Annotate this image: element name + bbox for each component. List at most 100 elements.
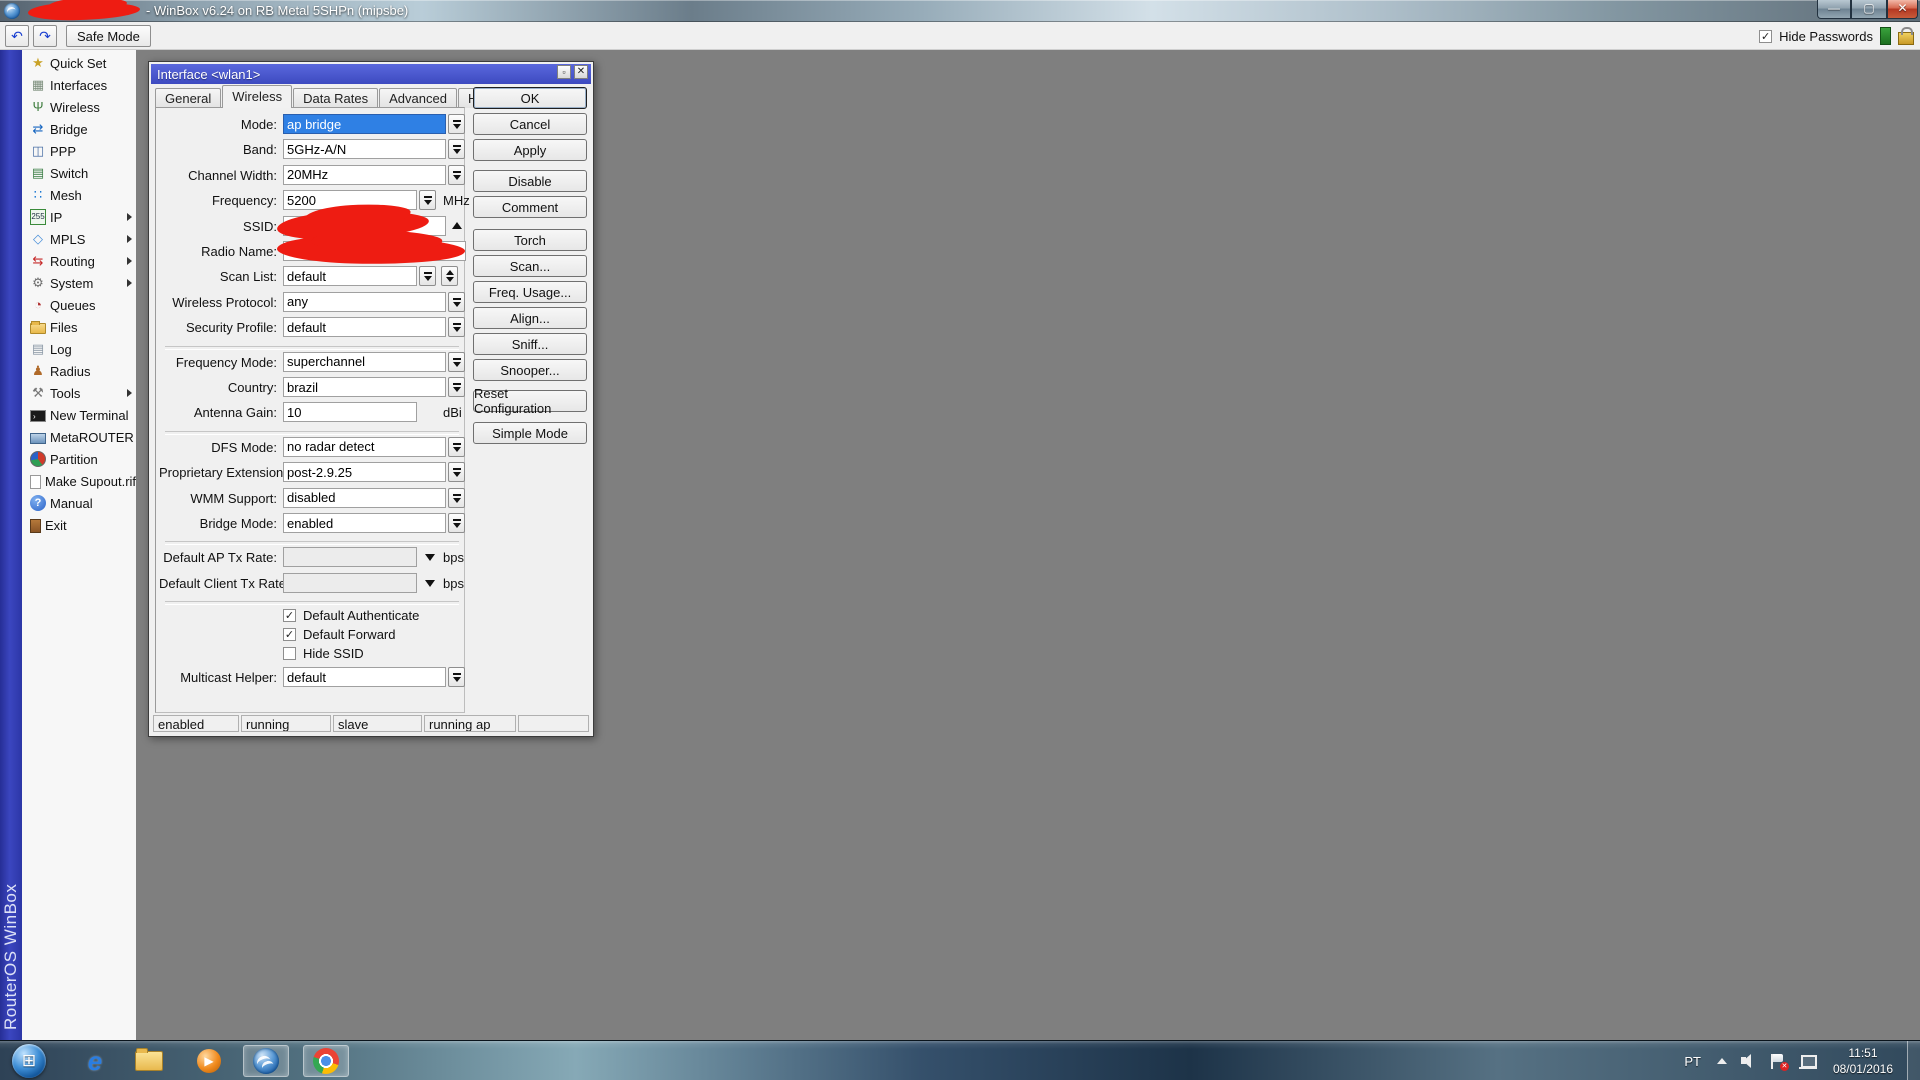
ppp-icon: ◫	[30, 143, 46, 159]
dropdown-button-icon[interactable]	[448, 317, 465, 337]
hide-passwords-label: Hide Passwords	[1779, 29, 1873, 44]
default-client-tx-rate-input[interactable]	[283, 573, 417, 593]
close-button[interactable]: ✕	[1887, 0, 1918, 19]
field-row-wmm-support: WMM Support:	[159, 488, 585, 508]
clock[interactable]: 11:51 08/01/2016	[1833, 1045, 1893, 1077]
internet-explorer-icon[interactable]: e	[72, 1045, 118, 1077]
dropdown-button-icon[interactable]	[419, 190, 436, 210]
dropdown-button-icon[interactable]	[448, 513, 465, 533]
frequency-mode-input[interactable]	[283, 352, 446, 372]
language-indicator[interactable]: PT	[1684, 1054, 1701, 1069]
sidebar-item-ppp[interactable]: ◫PPP	[22, 140, 136, 162]
hide-passwords-checkbox[interactable]: ✓	[1759, 30, 1772, 43]
sidebar-item-label: Wireless	[50, 100, 100, 115]
dropdown-button-icon[interactable]	[448, 292, 465, 312]
rate-dropdown-arrow-icon[interactable]	[425, 580, 435, 587]
country-input[interactable]	[283, 377, 446, 397]
redo-button[interactable]: ↷	[33, 25, 57, 47]
tab-data-rates[interactable]: Data Rates	[293, 88, 378, 108]
network-icon[interactable]	[1799, 1054, 1817, 1069]
dropdown-button-icon[interactable]	[448, 462, 465, 482]
undo-button[interactable]: ↶	[5, 25, 29, 47]
dialog-maximize-button[interactable]: ▫	[557, 65, 571, 79]
dropdown-button-icon[interactable]	[448, 165, 465, 185]
wireless-protocol-input[interactable]	[283, 292, 446, 312]
sidebar-item-bridge[interactable]: ⇄Bridge	[22, 118, 136, 140]
minimize-button[interactable]: —	[1817, 0, 1851, 19]
sidebar-item-interfaces[interactable]: ▦Interfaces	[22, 74, 136, 96]
security-profile-input[interactable]	[283, 317, 446, 337]
sidebar-item-mpls[interactable]: ◇MPLS	[22, 228, 136, 250]
dialog-close-icon[interactable]: ✕	[574, 65, 588, 79]
collapse-arrow-icon[interactable]	[452, 222, 462, 229]
sidebar-item-partition[interactable]: Partition	[22, 448, 136, 470]
media-player-icon[interactable]: ▶	[186, 1045, 232, 1077]
sidebar-item-ip[interactable]: 255IP	[22, 206, 136, 228]
dropdown-button-icon[interactable]	[448, 437, 465, 457]
bridge-mode-input[interactable]	[283, 513, 446, 533]
scan-list-input[interactable]	[283, 266, 417, 286]
sidebar-item-system[interactable]: ⚙System	[22, 272, 136, 294]
status-cell-enabled: enabled	[153, 715, 239, 732]
default-authenticate-checkbox[interactable]: ✓	[283, 609, 296, 622]
sidebar-item-label: Switch	[50, 166, 88, 181]
sidebar-item-files[interactable]: Files	[22, 316, 136, 338]
action-center-flag-icon[interactable]: ✕	[1771, 1054, 1785, 1069]
proprietary-extensions-input[interactable]	[283, 462, 446, 482]
redo-icon: ↷	[39, 28, 51, 45]
hide-ssid-checkbox[interactable]	[283, 647, 296, 660]
show-desktop-button[interactable]	[1907, 1041, 1920, 1080]
default-forward-checkbox[interactable]: ✓	[283, 628, 296, 641]
sidebar-item-wireless[interactable]: ΨWireless	[22, 96, 136, 118]
field-row-bridge-mode: Bridge Mode:	[159, 513, 585, 533]
tab-wireless[interactable]: Wireless	[222, 85, 292, 108]
wmm-support-input[interactable]	[283, 488, 446, 508]
sidebar-item-tools[interactable]: ⚒Tools	[22, 382, 136, 404]
dropdown-button-icon[interactable]	[448, 667, 465, 687]
sidebar-item-label: Queues	[50, 298, 96, 313]
dropdown-button-icon[interactable]	[448, 377, 465, 397]
field-row-country: Country:	[159, 377, 585, 397]
sidebar-item-new-terminal[interactable]: ›New Terminal	[22, 404, 136, 426]
updown-spinner-icon[interactable]	[441, 266, 458, 286]
sidebar-item-routing[interactable]: ⇆Routing	[22, 250, 136, 272]
sidebar-item-log[interactable]: ▤Log	[22, 338, 136, 360]
dropdown-button-icon[interactable]	[448, 114, 465, 134]
sidebar-item-mesh[interactable]: ∷Mesh	[22, 184, 136, 206]
ip-icon: 255	[30, 209, 46, 225]
dropdown-button-icon[interactable]	[419, 266, 436, 286]
field-label: Proprietary Extensions:	[159, 465, 277, 480]
dropdown-button-icon[interactable]	[448, 352, 465, 372]
sidebar-item-exit[interactable]: Exit	[22, 514, 136, 536]
file-explorer-icon[interactable]	[126, 1045, 172, 1077]
chrome-taskbar-button[interactable]	[303, 1045, 349, 1077]
show-hidden-icons-icon[interactable]	[1717, 1058, 1727, 1064]
dialog-title: Interface <wlan1>	[157, 67, 260, 82]
rate-dropdown-arrow-icon[interactable]	[425, 554, 435, 561]
sidebar-item-make-supout-rif[interactable]: Make Supout.rif	[22, 470, 136, 492]
sidebar-item-switch[interactable]: ▤Switch	[22, 162, 136, 184]
antenna-gain-input[interactable]	[283, 402, 417, 422]
sidebar-item-queues[interactable]: ◔Queues	[22, 294, 136, 316]
dfs-mode-input[interactable]	[283, 437, 446, 457]
channel-width-input[interactable]	[283, 165, 446, 185]
safe-mode-button[interactable]: Safe Mode	[66, 25, 151, 47]
winbox-taskbar-button[interactable]	[243, 1045, 289, 1077]
tab-general[interactable]: General	[155, 88, 221, 108]
tab-advanced[interactable]: Advanced	[379, 88, 457, 108]
band-input[interactable]	[283, 139, 446, 159]
sidebar-item-metarouter[interactable]: MetaROUTER	[22, 426, 136, 448]
dropdown-button-icon[interactable]	[448, 139, 465, 159]
ok-button[interactable]: OK	[473, 87, 587, 109]
sidebar-item-radius[interactable]: ♟Radius	[22, 360, 136, 382]
mode-input[interactable]	[283, 114, 446, 134]
default-ap-tx-rate-input[interactable]	[283, 547, 417, 567]
sidebar-item-quick-set[interactable]: ★Quick Set	[22, 52, 136, 74]
multicast-helper-input[interactable]	[283, 667, 446, 687]
volume-icon[interactable]	[1741, 1054, 1757, 1068]
dropdown-button-icon[interactable]	[448, 488, 465, 508]
maximize-button[interactable]: ▢	[1851, 0, 1887, 19]
sidebar-item-manual[interactable]: ?Manual	[22, 492, 136, 514]
start-orb-icon[interactable]: ⊞	[12, 1044, 46, 1078]
dialog-titlebar[interactable]: Interface <wlan1>	[151, 64, 591, 84]
